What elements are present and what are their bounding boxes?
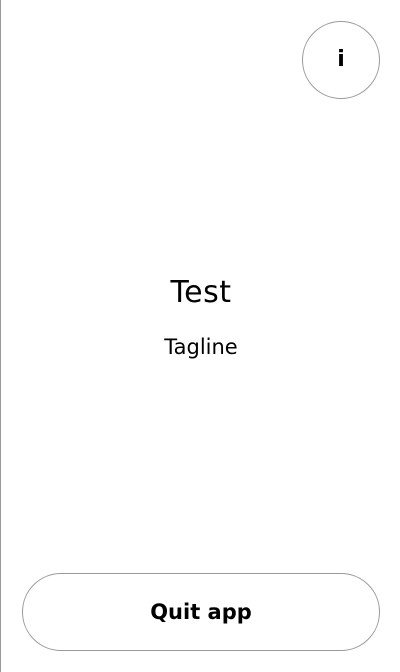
app-tagline: Tagline [164,335,238,359]
quit-app-button[interactable]: Quit app [22,573,380,651]
info-button[interactable]: i [302,21,380,99]
app-title: Test [170,275,232,310]
app-screen: i Test Tagline Quit app [0,0,400,672]
info-icon: i [337,47,345,72]
